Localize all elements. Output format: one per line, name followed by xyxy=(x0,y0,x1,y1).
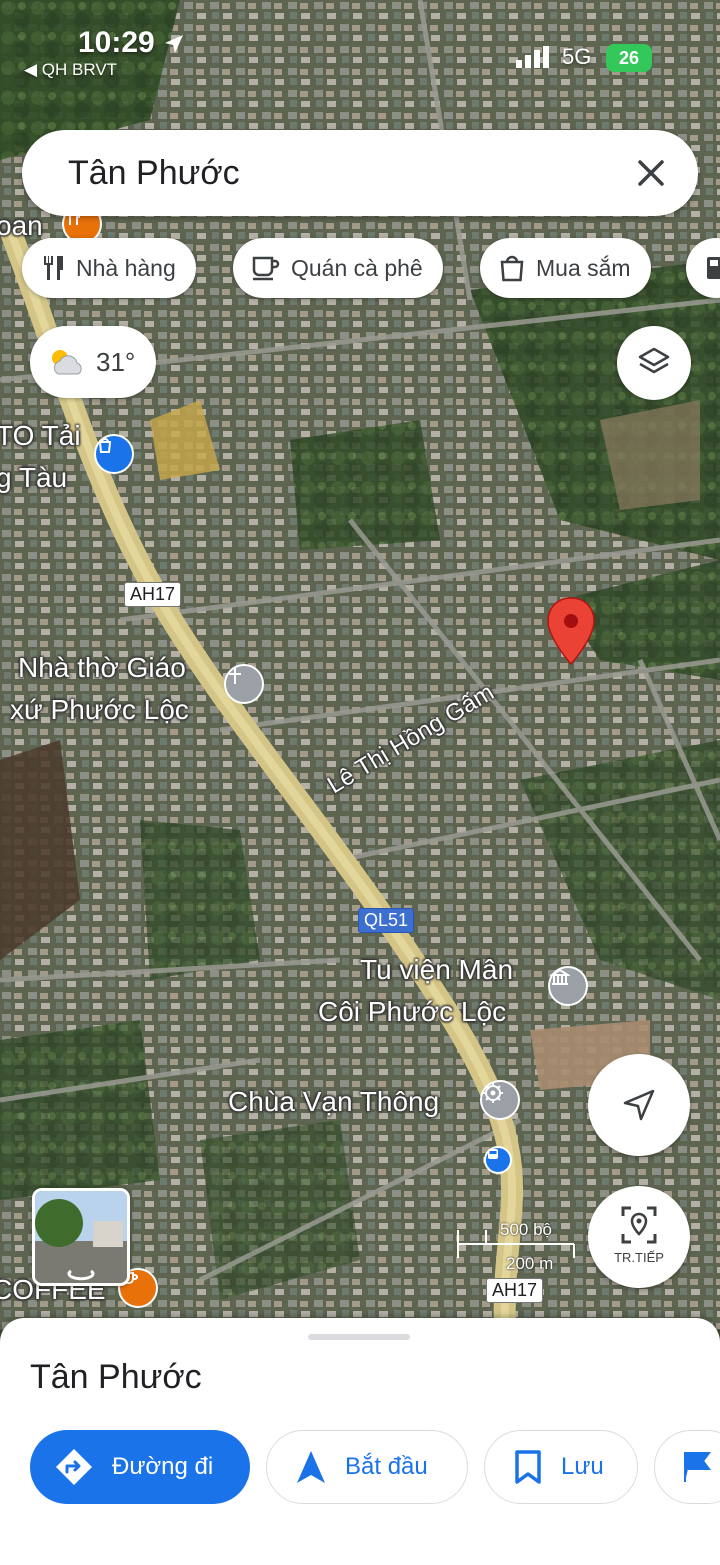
chip-label: Quán cà phê xyxy=(291,254,423,281)
place-sheet[interactable]: Tân Phước Đường đi Bắt đầu Lưu xyxy=(0,1318,720,1565)
map-label-auto-1: TO Tải xyxy=(0,420,81,451)
place-title: Tân Phước xyxy=(30,1358,202,1396)
shopping-bag-icon xyxy=(500,255,524,282)
shopping-poi-icon[interactable] xyxy=(94,434,134,474)
coffee-cup-icon xyxy=(252,256,280,281)
save-button[interactable]: Lưu xyxy=(484,1430,638,1504)
road-shield-ql51: QL51 xyxy=(358,908,415,933)
map-label-monastery-2: Côi Phước Lộc xyxy=(318,996,507,1027)
live-view-button[interactable]: TR.TIẾP xyxy=(588,1186,690,1288)
flag-icon xyxy=(684,1452,711,1482)
signal-strength-icon xyxy=(516,46,549,68)
scale-imperial: 500 bộ xyxy=(500,1220,552,1239)
status-time: 10:29 xyxy=(78,26,155,59)
my-location-button[interactable] xyxy=(588,1054,690,1156)
map-label-church-2: xứ Phước Lộc xyxy=(10,694,189,725)
weather-temperature: 31° xyxy=(96,346,136,377)
status-bar: 10:29 ◀ QH BRVT 5G 26 xyxy=(0,0,720,90)
street-view-thumbnail[interactable] xyxy=(32,1188,130,1286)
location-pin-icon[interactable] xyxy=(546,596,596,666)
weather-badge[interactable]: 31° xyxy=(30,326,156,398)
directions-button[interactable]: Đường đi xyxy=(30,1430,250,1504)
map-label-partial: oan xyxy=(0,210,43,241)
pagoda-poi-icon[interactable] xyxy=(480,1080,520,1120)
battery-level: 26 xyxy=(606,44,652,72)
road-shield-ah17-bottom: AH17 xyxy=(486,1278,544,1303)
directions-icon xyxy=(56,1449,92,1485)
monastery-poi-icon[interactable] xyxy=(548,966,588,1006)
search-box[interactable]: Tân Phước xyxy=(22,130,698,216)
live-view-label: TR.TIẾP xyxy=(614,1250,664,1265)
map-label-monastery-1: Tu viện Mân xyxy=(360,954,514,985)
bus-stop-icon[interactable] xyxy=(484,1146,512,1174)
fork-knife-icon xyxy=(44,256,63,280)
layers-icon xyxy=(638,347,670,374)
road-shield-ah17-top: AH17 xyxy=(124,582,182,607)
sheet-handle[interactable] xyxy=(308,1334,410,1340)
close-icon[interactable] xyxy=(632,154,670,192)
directions-label: Đường đi xyxy=(112,1453,214,1480)
back-to-app[interactable]: ◀ QH BRVT xyxy=(24,60,117,80)
church-poi-icon[interactable] xyxy=(224,664,264,704)
search-query[interactable]: Tân Phước xyxy=(68,154,240,193)
more-action-button[interactable] xyxy=(654,1430,720,1504)
location-arrow-icon xyxy=(165,35,183,53)
start-button[interactable]: Bắt đầu xyxy=(266,1430,468,1504)
chip-shopping[interactable]: Mua sắm xyxy=(480,238,651,298)
chip-label: Mua sắm xyxy=(536,254,631,281)
start-label: Bắt đầu xyxy=(345,1453,428,1480)
scale-metric: 200 m xyxy=(506,1254,554,1273)
navigation-arrow-icon xyxy=(623,1089,655,1121)
layers-button[interactable] xyxy=(617,326,691,400)
gas-station-icon xyxy=(707,257,720,279)
map-label-church-1: Nhà thờ Giáo xyxy=(18,652,186,683)
chip-label: Nhà hàng xyxy=(76,254,176,281)
bookmark-icon xyxy=(515,1450,541,1484)
chip-coffee[interactable]: Quán cà phê xyxy=(233,238,443,298)
save-label: Lưu xyxy=(561,1453,604,1480)
live-view-icon xyxy=(621,1206,657,1244)
map-label-auto-2: g Tàu xyxy=(0,462,68,493)
network-type: 5G xyxy=(562,44,592,69)
chip-restaurants[interactable]: Nhà hàng xyxy=(22,238,196,298)
partly-cloudy-icon xyxy=(52,350,82,375)
map-label-pagoda: Chùa Vạn Thông xyxy=(228,1086,440,1117)
navigation-arrow-icon xyxy=(297,1451,325,1483)
